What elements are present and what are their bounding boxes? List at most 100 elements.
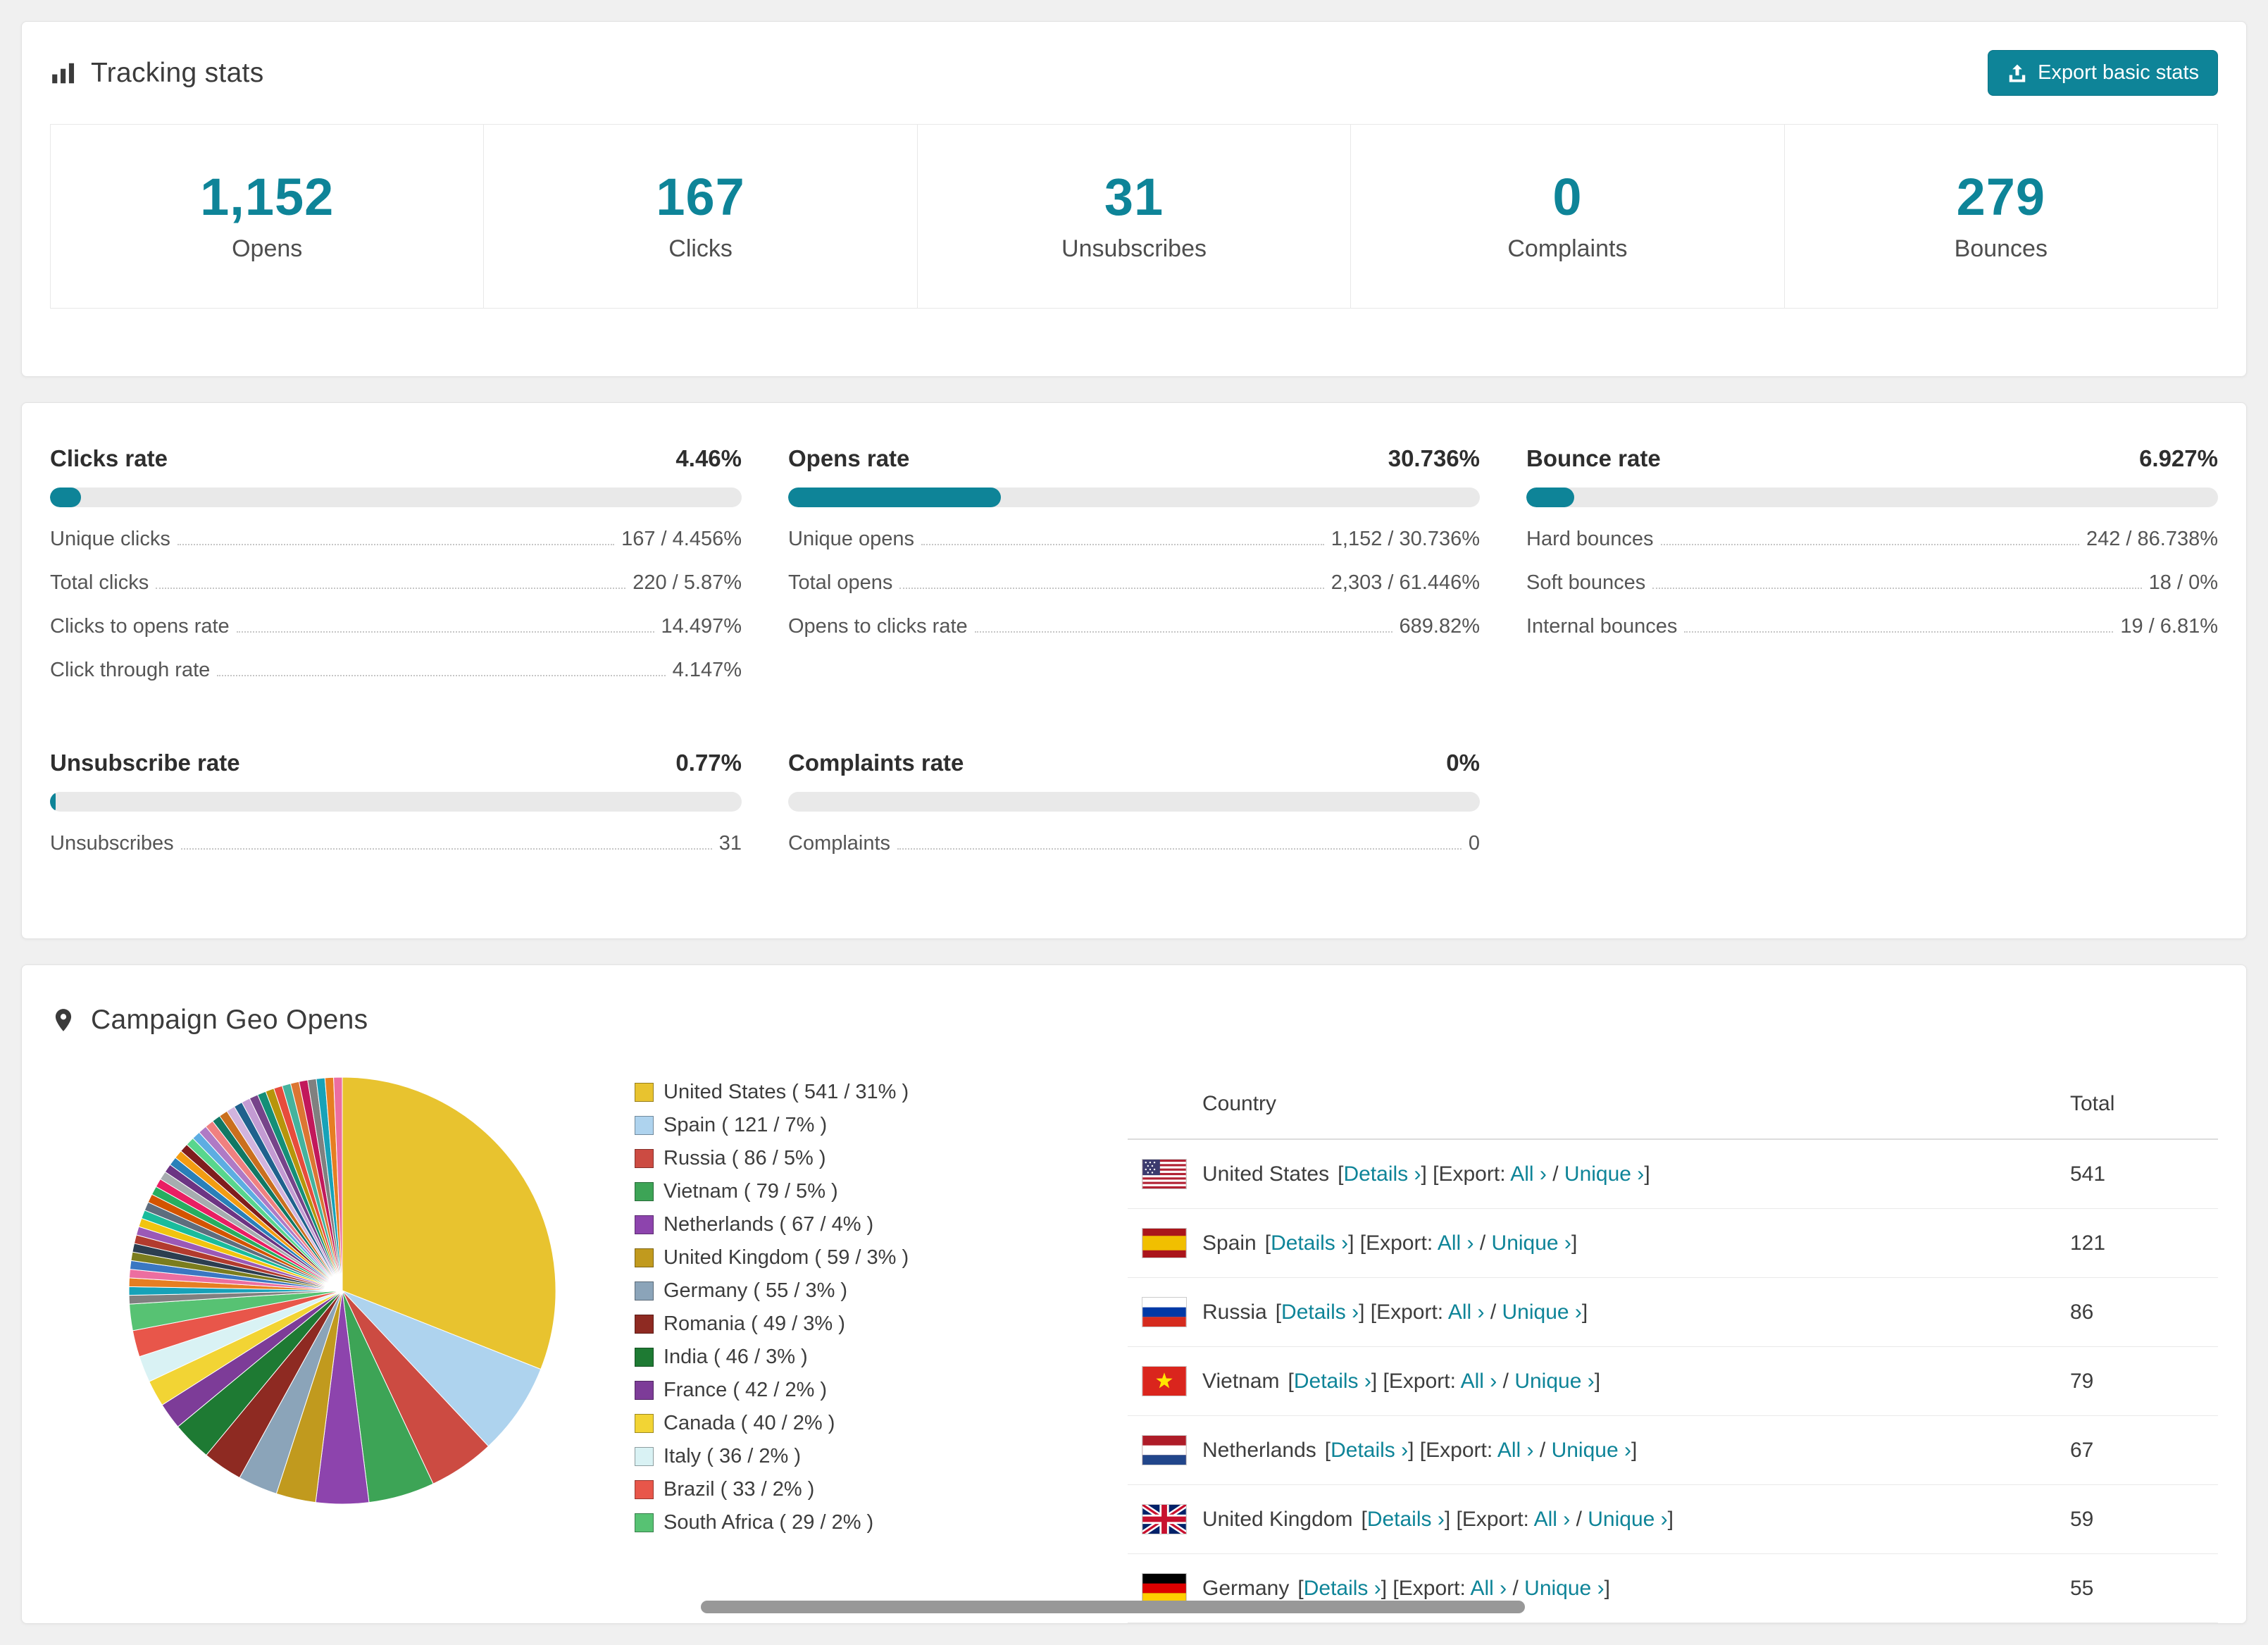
country-name: Vietnam bbox=[1202, 1369, 1280, 1393]
tracking-stats-header: Tracking stats Export basic stats bbox=[50, 50, 2218, 96]
details-link[interactable]: Details › bbox=[1367, 1508, 1445, 1531]
export-all-link[interactable]: All › bbox=[1470, 1577, 1507, 1600]
row-actions: [Details ›] [Export: All › / Unique ›] bbox=[1361, 1507, 1674, 1531]
dotted-leader bbox=[180, 848, 712, 850]
flag-icon-de bbox=[1142, 1573, 1187, 1604]
stat-box-bounces: 279 Bounces bbox=[1783, 124, 2219, 309]
rate-row: Internal bounces 19 / 6.81% bbox=[1526, 615, 2218, 638]
rate-row-label: Unique opens bbox=[788, 528, 914, 551]
stat-value: 279 bbox=[1956, 168, 2046, 226]
export-all-link[interactable]: All › bbox=[1497, 1439, 1534, 1462]
legend-swatch bbox=[635, 1414, 654, 1434]
pie-chart-svg bbox=[128, 1076, 556, 1505]
rate-progress-track bbox=[50, 488, 742, 508]
rate-percent: 6.927% bbox=[2139, 445, 2218, 472]
geo-header-left: Campaign Geo Opens bbox=[50, 1005, 368, 1036]
legend-swatch bbox=[635, 1182, 654, 1202]
export-all-link[interactable]: All › bbox=[1510, 1162, 1547, 1186]
rate-block: Clicks rate 4.46% Unique clicks 167 / 4.456… bbox=[50, 445, 742, 682]
geo-body: United States ( 541 / 31% ) Spain ( 121 /… bbox=[50, 1069, 2218, 1624]
rate-percent: 4.46% bbox=[675, 445, 742, 472]
export-unique-link[interactable]: Unique › bbox=[1552, 1439, 1631, 1462]
geo-legend: United States ( 541 / 31% ) Spain ( 121 /… bbox=[635, 1069, 1128, 1544]
rate-row-value: 1,152 / 30.736% bbox=[1331, 528, 1480, 551]
legend-item: Canada ( 40 / 2% ) bbox=[635, 1412, 1128, 1435]
tracking-stats-header-left: Tracking stats bbox=[50, 58, 264, 89]
export-icon bbox=[2007, 63, 2028, 84]
horizontal-scrollbar-thumb[interactable] bbox=[701, 1601, 1525, 1613]
rate-block: Bounce rate 6.927% Hard bounces 242 / 86.73… bbox=[1526, 445, 2218, 682]
export-unique-link[interactable]: Unique › bbox=[1588, 1508, 1667, 1531]
map-pin-icon bbox=[50, 1007, 77, 1033]
rate-row-label: Clicks to opens rate bbox=[50, 615, 230, 638]
dotted-leader bbox=[974, 631, 1392, 633]
country-name: Spain bbox=[1202, 1231, 1257, 1255]
rate-row-label: Total opens bbox=[788, 571, 893, 595]
rate-progress-track bbox=[1526, 488, 2218, 508]
stat-value: 31 bbox=[1104, 168, 1164, 226]
rate-row: Complaints 0 bbox=[788, 832, 1480, 855]
export-unique-link[interactable]: Unique › bbox=[1492, 1231, 1571, 1255]
export-basic-stats-button[interactable]: Export basic stats bbox=[1988, 50, 2218, 96]
legend-swatch bbox=[635, 1248, 654, 1268]
details-link[interactable]: Details › bbox=[1271, 1231, 1348, 1255]
legend-item: Vietnam ( 79 / 5% ) bbox=[635, 1180, 1128, 1203]
export-unique-link[interactable]: Unique › bbox=[1502, 1301, 1582, 1324]
rate-row-value: 689.82% bbox=[1399, 615, 1481, 638]
stat-label: Opens bbox=[232, 235, 303, 263]
legend-swatch bbox=[635, 1116, 654, 1136]
column-header-country: Country bbox=[1202, 1092, 1277, 1116]
total-cell: 541 bbox=[2070, 1162, 2106, 1186]
country-name: United Kingdom bbox=[1202, 1507, 1353, 1531]
stat-box-unsubscribes: 31 Unsubscribes bbox=[916, 124, 1352, 309]
dotted-leader bbox=[156, 588, 626, 590]
details-link[interactable]: Details › bbox=[1331, 1439, 1408, 1462]
row-actions: [Details ›] [Export: All › / Unique ›] bbox=[1297, 1576, 1610, 1600]
export-unique-link[interactable]: Unique › bbox=[1514, 1370, 1594, 1393]
legend-item: Germany ( 55 / 3% ) bbox=[635, 1279, 1128, 1303]
rate-title: Complaints rate bbox=[788, 750, 964, 776]
rate-row: Opens to clicks rate 689.82% bbox=[788, 615, 1480, 638]
details-link[interactable]: Details › bbox=[1294, 1370, 1371, 1393]
legend-item: Spain ( 121 / 7% ) bbox=[635, 1114, 1128, 1137]
details-link[interactable]: Details › bbox=[1304, 1577, 1381, 1600]
export-unique-link[interactable]: Unique › bbox=[1524, 1577, 1604, 1600]
geo-table-header-row: Country Total bbox=[1128, 1069, 2218, 1141]
rate-row-value: 2,303 / 61.446% bbox=[1331, 571, 1480, 595]
details-link[interactable]: Details › bbox=[1281, 1301, 1359, 1324]
stat-box-opens: 1,152 Opens bbox=[50, 124, 485, 309]
stats-row: 1,152 Opens 167 Clicks 31 Unsubscribes 0 Compla… bbox=[50, 124, 2219, 309]
legend-label: France ( 42 / 2% ) bbox=[663, 1379, 828, 1402]
legend-label: Italy ( 36 / 2% ) bbox=[663, 1445, 802, 1468]
rate-row: Unique clicks 167 / 4.456% bbox=[50, 528, 742, 551]
rate-progress-track bbox=[788, 488, 1480, 508]
flag-icon-es bbox=[1142, 1228, 1187, 1259]
export-all-link[interactable]: All › bbox=[1461, 1370, 1497, 1393]
dotted-leader bbox=[921, 544, 1324, 546]
export-all-link[interactable]: All › bbox=[1438, 1231, 1474, 1255]
legend-swatch bbox=[635, 1513, 654, 1533]
legend-swatch bbox=[635, 1348, 654, 1367]
export-all-link[interactable]: All › bbox=[1534, 1508, 1571, 1531]
country-name: Netherlands bbox=[1202, 1438, 1316, 1462]
stat-label: Unsubscribes bbox=[1061, 235, 1207, 263]
total-cell: 59 bbox=[2070, 1507, 2094, 1531]
export-all-link[interactable]: All › bbox=[1448, 1301, 1485, 1324]
details-link[interactable]: Details › bbox=[1343, 1162, 1421, 1186]
country-cell: Russia [Details ›] [Export: All › / Uniqu… bbox=[1128, 1297, 2070, 1328]
rates-grid: Clicks rate 4.46% Unique clicks 167 / 4.456… bbox=[50, 445, 2218, 855]
legend-item: United Kingdom ( 59 / 3% ) bbox=[635, 1246, 1128, 1270]
export-unique-link[interactable]: Unique › bbox=[1564, 1162, 1644, 1186]
legend-swatch bbox=[635, 1480, 654, 1500]
rate-row-label: Opens to clicks rate bbox=[788, 615, 968, 638]
rate-head: Unsubscribe rate 0.77% bbox=[50, 750, 742, 776]
rate-row: Clicks to opens rate 14.497% bbox=[50, 615, 742, 638]
stat-label: Complaints bbox=[1507, 235, 1628, 263]
dotted-leader bbox=[1684, 631, 2114, 633]
geo-card: Campaign Geo Opens United States ( 541 /… bbox=[21, 964, 2247, 1625]
dotted-leader bbox=[899, 588, 1324, 590]
rate-head: Clicks rate 4.46% bbox=[50, 445, 742, 472]
legend-label: Vietnam ( 79 / 5% ) bbox=[663, 1180, 838, 1203]
table-row: United States [Details ›] [Export: All › … bbox=[1128, 1140, 2218, 1210]
dotted-leader bbox=[1660, 544, 2079, 546]
